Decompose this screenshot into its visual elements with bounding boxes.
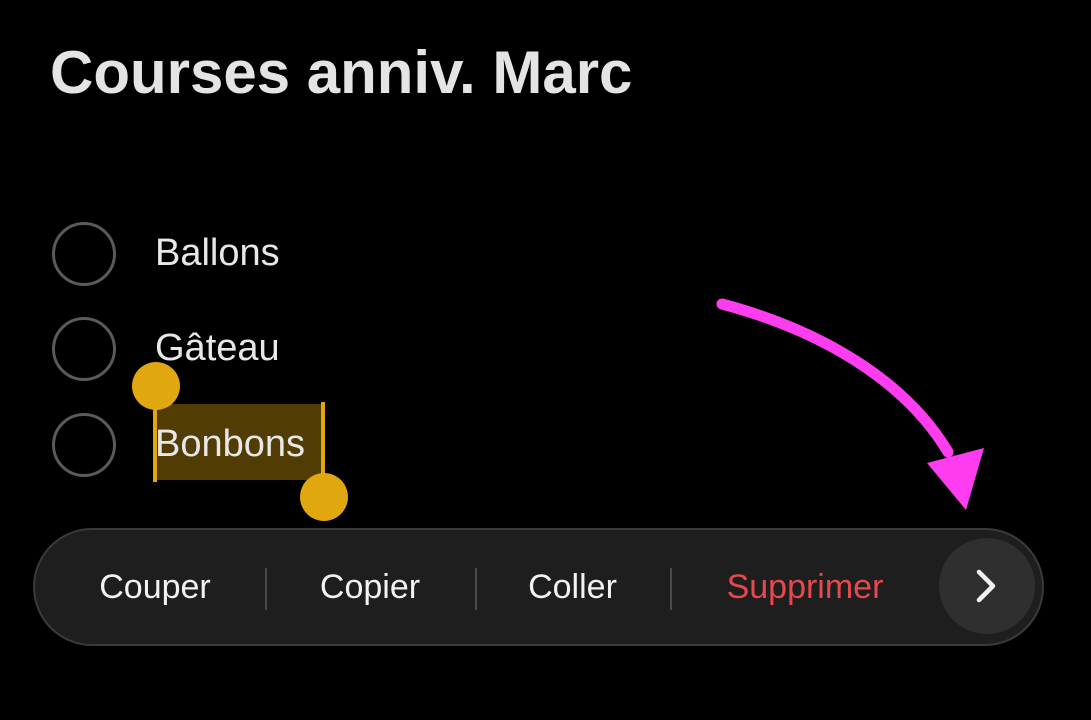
notes-screen: Courses anniv. Marc Ballons Gâteau Bonbo… [0,0,1091,720]
annotation-arrow-icon [716,298,984,510]
